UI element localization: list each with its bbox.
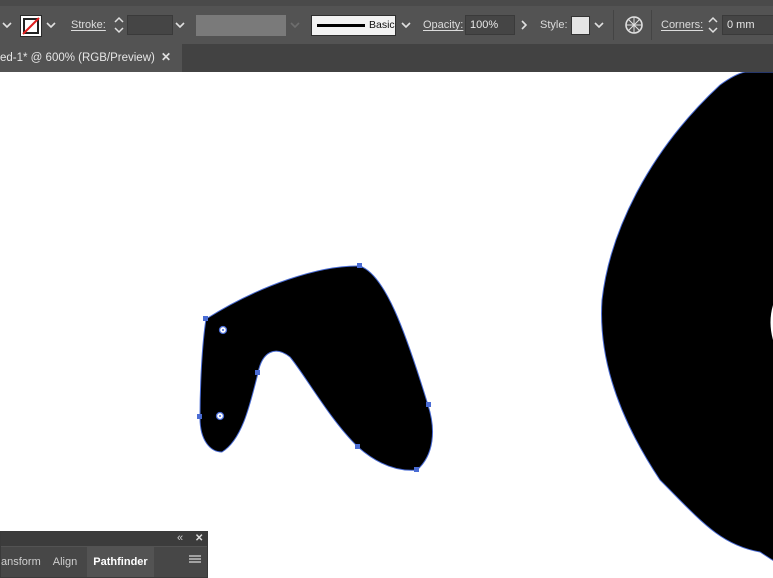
selected-hook-shape[interactable] (199, 265, 433, 471)
control-bar: Stroke: Basic Opacity: 100% Style: Corne… (0, 0, 773, 45)
stroke-label[interactable]: Stroke: (71, 19, 106, 31)
brush-dropdown-chevron-icon[interactable] (399, 16, 413, 34)
opacity-field[interactable]: 100% (465, 15, 515, 35)
corners-stepper[interactable] (706, 14, 720, 36)
stepper-arrows-icon (114, 16, 124, 34)
tab-align[interactable]: Align (45, 547, 85, 577)
divider (613, 10, 614, 40)
opacity-label[interactable]: Opacity: (423, 19, 463, 31)
corners-field[interactable]: 0 mm (722, 15, 773, 35)
graphic-style-swatch[interactable] (571, 16, 590, 35)
brush-definition-field[interactable]: Basic (311, 15, 396, 36)
stepper-arrows-icon (708, 16, 718, 34)
tab-pathfinder[interactable]: Pathfinder (87, 547, 154, 577)
style-label: Style: (540, 19, 568, 31)
none-color-icon (22, 17, 40, 35)
profile-dropdown-chevron-icon[interactable] (288, 16, 302, 34)
document-tab-close-icon[interactable]: ✕ (161, 50, 171, 64)
document-tab-title[interactable]: ed-1* @ 600% (RGB/Preview) (0, 52, 155, 64)
stroke-color-swatch[interactable] (20, 15, 42, 37)
brush-stroke-preview (317, 24, 365, 27)
tab-transform[interactable]: ansform (1, 547, 41, 577)
opacity-slider-chevron-right-icon[interactable] (517, 16, 531, 34)
style-dropdown-chevron-icon[interactable] (592, 16, 606, 34)
fill-dropdown-chevron-icon[interactable] (0, 16, 14, 34)
recolor-artwork-icon[interactable] (624, 15, 644, 35)
large-black-shape[interactable] (601, 72, 773, 578)
variable-width-profile[interactable] (196, 15, 286, 36)
stroke-color-dropdown-chevron-icon[interactable] (44, 16, 58, 34)
brush-label: Basic (369, 19, 395, 31)
artboard-canvas[interactable] (0, 72, 773, 578)
panel-title-bar[interactable]: « ✕ (1, 532, 207, 546)
divider (651, 10, 652, 40)
stroke-weight-field[interactable] (127, 15, 173, 35)
stroke-weight-dropdown-chevron-icon[interactable] (173, 16, 187, 34)
panel-collapse-icon[interactable]: « (177, 532, 183, 545)
corners-label[interactable]: Corners: (661, 19, 703, 31)
pathfinder-panel: « ✕ ansform Align Pathfinder (0, 531, 208, 578)
top-strip (0, 0, 773, 6)
panel-close-icon[interactable]: ✕ (195, 532, 203, 545)
panel-menu-icon[interactable] (189, 555, 201, 565)
stroke-weight-stepper[interactable] (112, 14, 126, 36)
